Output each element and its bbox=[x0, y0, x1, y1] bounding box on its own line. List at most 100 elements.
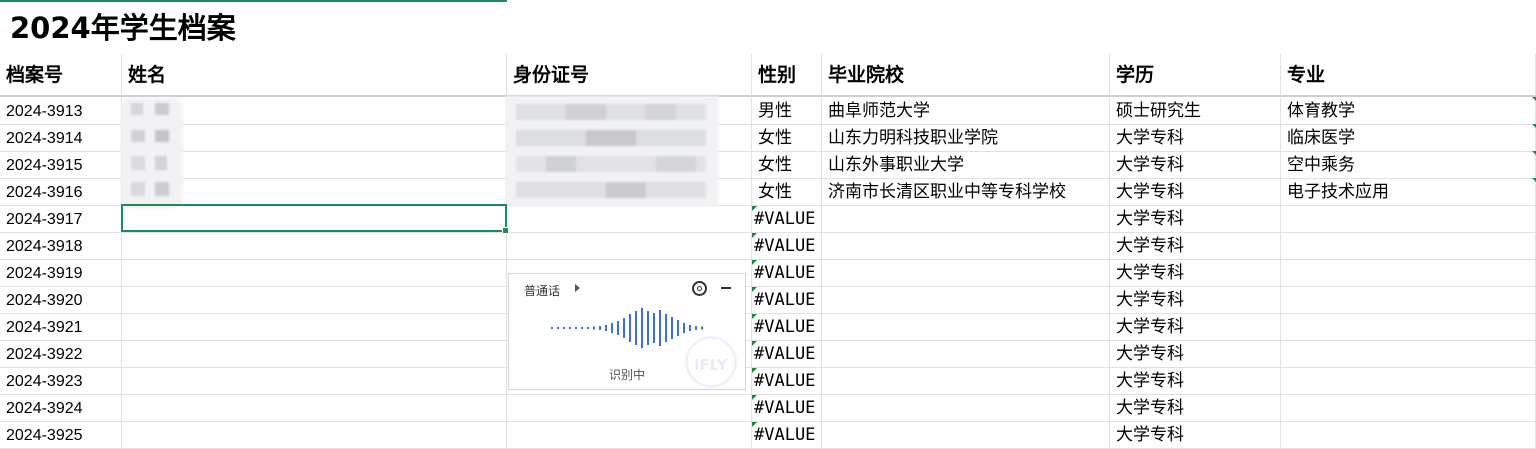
cell-major[interactable] bbox=[1281, 368, 1536, 395]
waveform-bar bbox=[623, 318, 625, 338]
cell-major[interactable] bbox=[1281, 233, 1536, 260]
cell-gender[interactable]: 男性 bbox=[752, 98, 822, 125]
cell-id[interactable]: 2024-3915 bbox=[0, 152, 122, 179]
cell-name[interactable] bbox=[122, 314, 507, 341]
cell-education[interactable]: 大学专科 bbox=[1110, 341, 1281, 368]
cell-id[interactable]: 2024-3914 bbox=[0, 125, 122, 152]
cell-education[interactable]: 硕士研究生 bbox=[1110, 98, 1281, 125]
selected-cell[interactable] bbox=[121, 204, 509, 234]
header-cell-gender[interactable]: 性别 bbox=[752, 54, 822, 97]
cell-idcard[interactable] bbox=[507, 422, 752, 449]
cell-school[interactable] bbox=[822, 287, 1110, 314]
cell-major[interactable]: 空中乘务 bbox=[1281, 152, 1536, 179]
cell-major[interactable] bbox=[1281, 206, 1536, 233]
cell-school[interactable] bbox=[822, 206, 1110, 233]
play-triangle-icon[interactable] bbox=[575, 284, 580, 292]
cell-gender[interactable]: #VALUE bbox=[752, 395, 822, 422]
header-cell-major[interactable]: 专业 bbox=[1281, 54, 1536, 97]
header-cell-school[interactable]: 毕业院校 bbox=[822, 54, 1110, 97]
cell-id[interactable]: 2024-3923 bbox=[0, 368, 122, 395]
cell-education[interactable]: 大学专科 bbox=[1110, 395, 1281, 422]
waveform-bar bbox=[569, 327, 571, 329]
cell-gender[interactable]: #VALUE bbox=[752, 368, 822, 395]
cell-school[interactable] bbox=[822, 395, 1110, 422]
cell-idcard[interactable] bbox=[507, 206, 752, 233]
cell-major[interactable] bbox=[1281, 395, 1536, 422]
cell-major[interactable]: 电子技术应用 bbox=[1281, 179, 1536, 206]
cell-education[interactable]: 大学专科 bbox=[1110, 233, 1281, 260]
table-row: 2024-3921 #VALUE 大学专科 bbox=[0, 314, 1536, 341]
sheet-title[interactable]: 2024年学生档案 bbox=[10, 6, 236, 50]
cell-id[interactable]: 2024-3922 bbox=[0, 341, 122, 368]
cell-id[interactable]: 2024-3919 bbox=[0, 260, 122, 287]
cell-school[interactable] bbox=[822, 368, 1110, 395]
cell-name[interactable] bbox=[122, 233, 507, 260]
cell-school[interactable]: 曲阜师范大学 bbox=[822, 98, 1110, 125]
cell-gender[interactable]: #VALUE bbox=[752, 287, 822, 314]
cell-major[interactable] bbox=[1281, 260, 1536, 287]
cell-education[interactable]: 大学专科 bbox=[1110, 260, 1281, 287]
cell-major[interactable] bbox=[1281, 422, 1536, 449]
cell-major[interactable]: 体育教学 bbox=[1281, 98, 1536, 125]
header-cell-education[interactable]: 学历 bbox=[1110, 54, 1281, 97]
header-cell-name[interactable]: 姓名 bbox=[122, 54, 507, 97]
cell-name[interactable] bbox=[122, 395, 507, 422]
cell-idcard[interactable] bbox=[507, 233, 752, 260]
cell-id[interactable]: 2024-3916 bbox=[0, 179, 122, 206]
cell-major[interactable] bbox=[1281, 341, 1536, 368]
cell-school[interactable] bbox=[822, 260, 1110, 287]
cell-education[interactable]: 大学专科 bbox=[1110, 206, 1281, 233]
header-cell-idcard[interactable]: 身份证号 bbox=[507, 54, 752, 97]
cell-id[interactable]: 2024-3925 bbox=[0, 422, 122, 449]
language-selector[interactable]: 普通话 bbox=[524, 282, 560, 299]
cell-education[interactable]: 大学专科 bbox=[1110, 368, 1281, 395]
cell-school[interactable] bbox=[822, 341, 1110, 368]
cell-education[interactable]: 大学专科 bbox=[1110, 422, 1281, 449]
cell-school[interactable] bbox=[822, 422, 1110, 449]
cell-id[interactable]: 2024-3918 bbox=[0, 233, 122, 260]
cell-name[interactable] bbox=[122, 422, 507, 449]
cell-gender[interactable]: #VALUE bbox=[752, 314, 822, 341]
cell-id[interactable]: 2024-3913 bbox=[0, 98, 122, 125]
cell-gender[interactable]: #VALUE bbox=[752, 260, 822, 287]
cell-id[interactable]: 2024-3924 bbox=[0, 395, 122, 422]
cell-id[interactable]: 2024-3920 bbox=[0, 287, 122, 314]
cell-school[interactable] bbox=[822, 233, 1110, 260]
cell-id[interactable]: 2024-3917 bbox=[0, 206, 122, 233]
cell-major[interactable] bbox=[1281, 314, 1536, 341]
minimize-icon[interactable] bbox=[721, 287, 731, 289]
cell-gender[interactable]: #VALUE bbox=[752, 233, 822, 260]
redacted-id-numbers bbox=[506, 96, 718, 206]
header-cell-id[interactable]: 档案号 bbox=[0, 54, 122, 97]
cell-school[interactable] bbox=[822, 314, 1110, 341]
cell-gender[interactable]: #VALUE bbox=[752, 206, 822, 233]
cell-education[interactable]: 大学专科 bbox=[1110, 287, 1281, 314]
cell-school[interactable]: 济南市长清区职业中等专科学校 bbox=[822, 179, 1110, 206]
settings-icon[interactable] bbox=[692, 281, 707, 296]
cell-gender[interactable]: 女性 bbox=[752, 179, 822, 206]
waveform-bar bbox=[557, 327, 559, 329]
cell-name[interactable] bbox=[122, 341, 507, 368]
cell-name[interactable] bbox=[122, 260, 507, 287]
cell-school[interactable]: 山东力明科技职业学院 bbox=[822, 125, 1110, 152]
waveform-bar bbox=[677, 320, 679, 336]
waveform-icon bbox=[551, 308, 703, 348]
cell-gender[interactable]: #VALUE bbox=[752, 341, 822, 368]
cell-education[interactable]: 大学专科 bbox=[1110, 125, 1281, 152]
cell-gender[interactable]: #VALUE bbox=[752, 422, 822, 449]
cell-idcard[interactable] bbox=[507, 395, 752, 422]
cell-name[interactable] bbox=[122, 287, 507, 314]
cell-education[interactable]: 大学专科 bbox=[1110, 152, 1281, 179]
cell-education[interactable]: 大学专科 bbox=[1110, 179, 1281, 206]
cell-name[interactable] bbox=[122, 368, 507, 395]
cell-id[interactable]: 2024-3921 bbox=[0, 314, 122, 341]
cell-gender[interactable]: 女性 bbox=[752, 152, 822, 179]
error-indicator-icon bbox=[752, 368, 757, 373]
waveform-bar bbox=[587, 327, 589, 329]
fill-handle[interactable] bbox=[502, 227, 509, 234]
cell-education[interactable]: 大学专科 bbox=[1110, 314, 1281, 341]
cell-major[interactable] bbox=[1281, 287, 1536, 314]
cell-gender[interactable]: 女性 bbox=[752, 125, 822, 152]
cell-major[interactable]: 临床医学 bbox=[1281, 125, 1536, 152]
cell-school[interactable]: 山东外事职业大学 bbox=[822, 152, 1110, 179]
